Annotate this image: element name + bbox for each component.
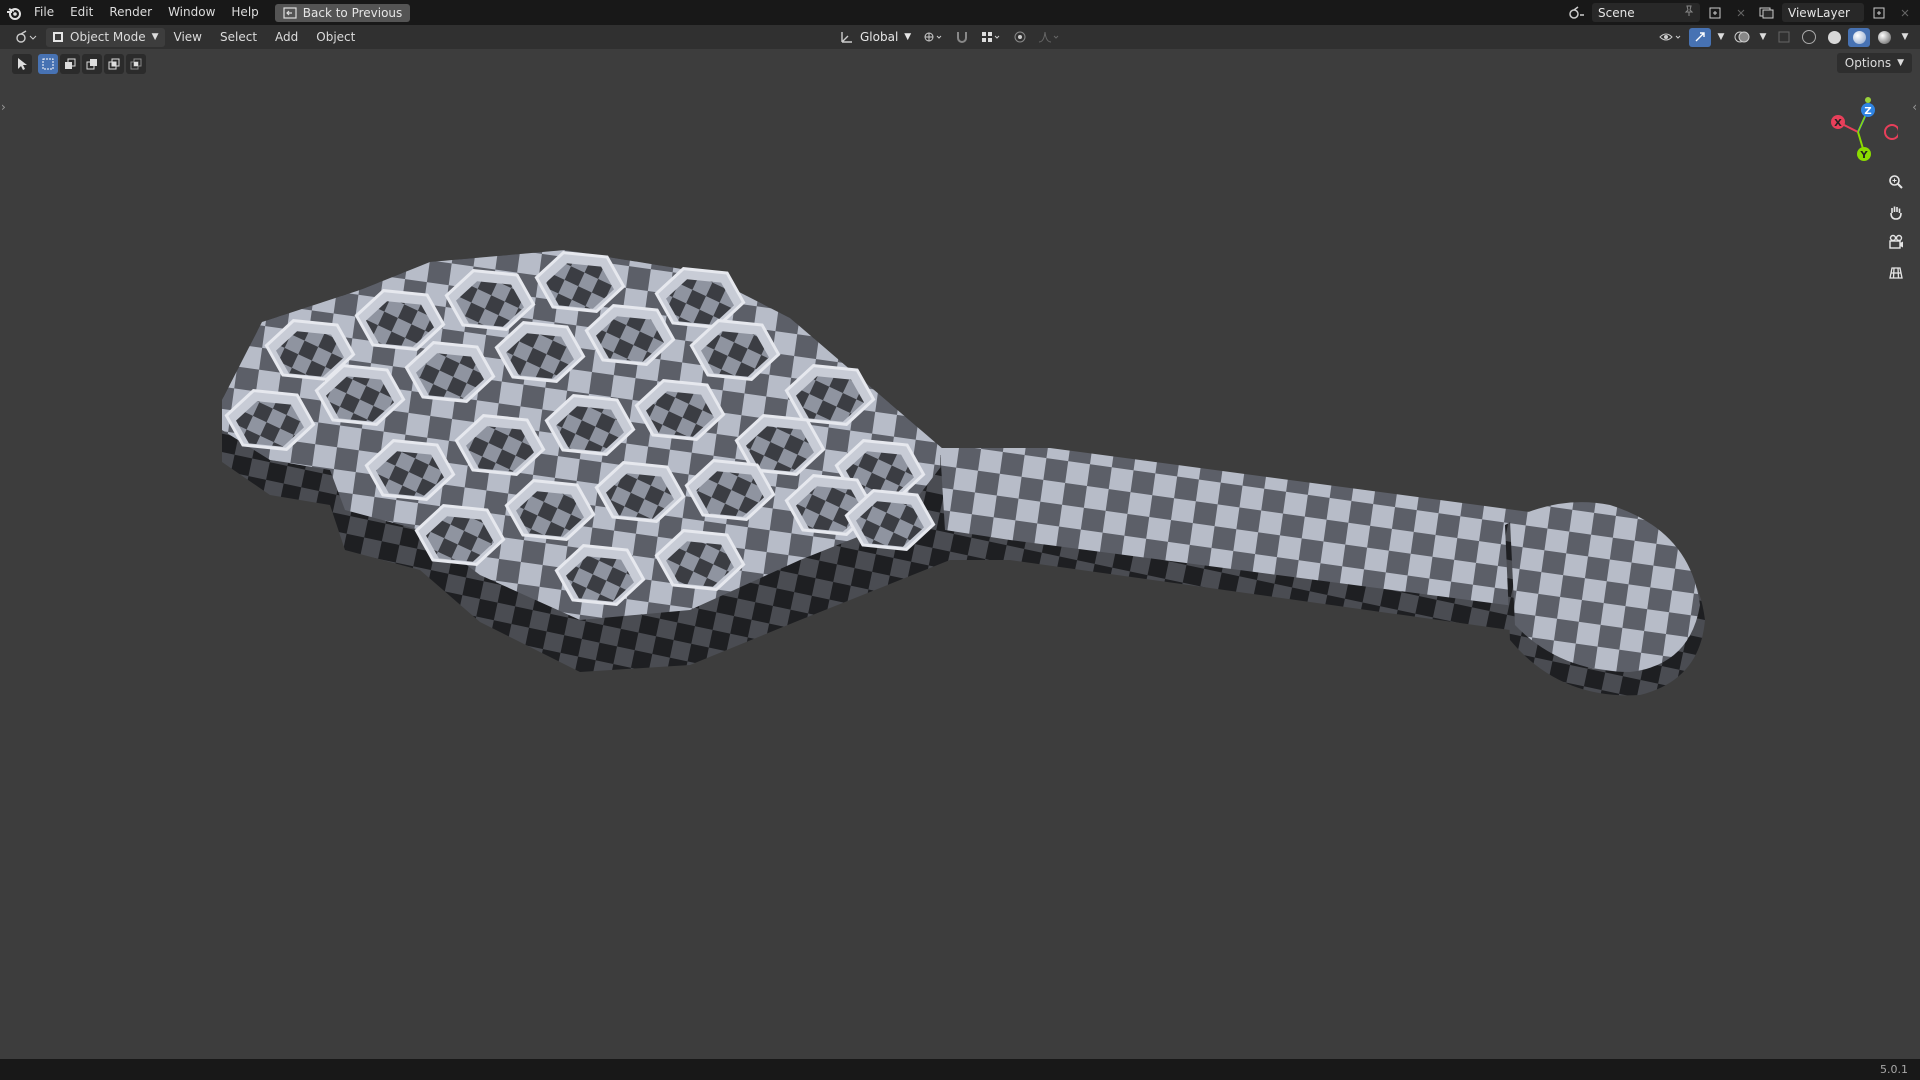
neg-x-axis-handle[interactable]: [1884, 124, 1898, 140]
handle-mesh[interactable]: [940, 448, 1705, 696]
version-label: 5.0.1: [1880, 1063, 1908, 1076]
status-bar: 5.0.1: [0, 1059, 1920, 1080]
y-axis-label: Y: [1859, 150, 1868, 161]
navigation-gizmo[interactable]: X Z Y: [1818, 92, 1898, 172]
grid-icon[interactable]: [1882, 258, 1910, 286]
zoom-icon[interactable]: [1882, 168, 1910, 196]
hand-icon[interactable]: [1882, 198, 1910, 226]
z-axis-label: Z: [1864, 106, 1871, 117]
camera-icon[interactable]: [1882, 228, 1910, 256]
neg-y-axis-handle[interactable]: [1865, 97, 1871, 103]
x-axis-label: X: [1834, 118, 1842, 129]
viewport-canvas[interactable]: [0, 0, 1920, 1059]
